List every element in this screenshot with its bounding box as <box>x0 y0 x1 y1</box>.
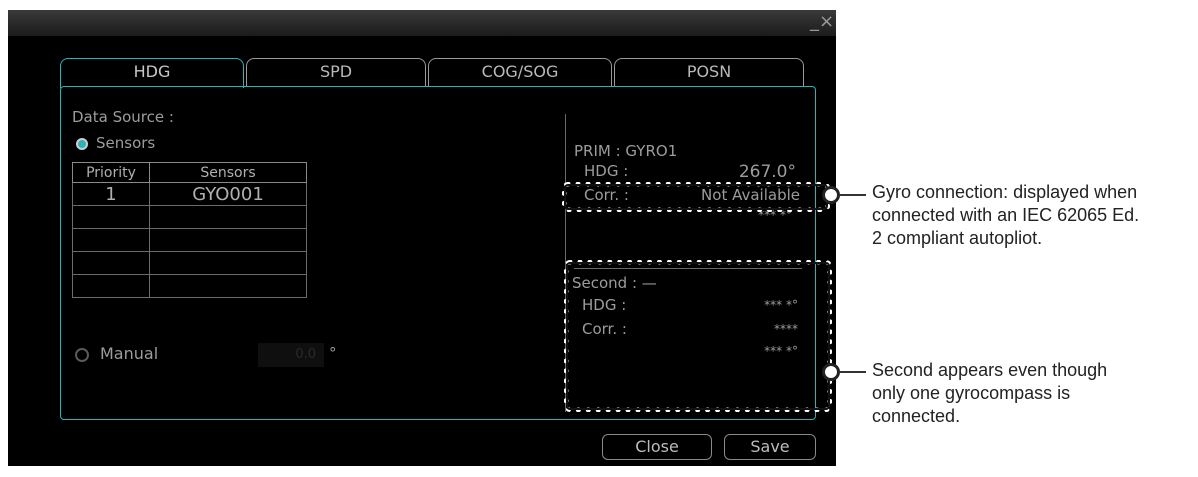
manual-heading-input[interactable]: 0.0 <box>258 343 324 367</box>
tab-cog-sog[interactable]: COG/SOG <box>428 58 612 86</box>
sensor-cell <box>149 228 307 252</box>
table-row[interactable] <box>72 205 307 229</box>
primary-hdg-value: 267.0° <box>738 162 796 182</box>
priority-cell <box>72 228 150 252</box>
callout-leader-line <box>840 194 866 196</box>
note-line: Second appears even though <box>872 360 1108 380</box>
gyro-connection-highlight <box>562 182 830 212</box>
table-row[interactable] <box>72 274 307 298</box>
sensors-column-header: Sensors <box>149 162 307 183</box>
sensor-cell <box>149 274 307 298</box>
tab-hdg[interactable]: HDG <box>60 58 244 88</box>
note-line: connected. <box>872 406 961 426</box>
tab-posn[interactable]: POSN <box>614 58 804 86</box>
callout-marker <box>822 186 840 204</box>
sensor-priority-table: Priority Sensors 1 GYO001 <box>72 162 307 298</box>
priority-cell <box>72 251 150 275</box>
tab-spd[interactable]: SPD <box>246 58 426 86</box>
table-row[interactable] <box>72 251 307 275</box>
minimize-icon[interactable]: _ <box>810 11 819 33</box>
second-sensor-note: Second appears even though only one gyro… <box>872 359 1107 428</box>
second-hdg-value: *** *° <box>764 298 798 312</box>
close-button[interactable]: Close <box>602 434 712 460</box>
hdg-settings-dialog: _ × HDG SPD COG/SOG POSN Data Source : S… <box>8 10 836 466</box>
callout-leader-line <box>840 371 866 373</box>
data-source-label: Data Source : <box>72 108 174 126</box>
note-line: 2 compliant autopliot. <box>872 228 1043 248</box>
table-row[interactable]: 1 GYO001 <box>72 182 307 206</box>
primary-sensor-title: PRIM : GYRO1 <box>574 142 678 160</box>
primary-hdg-label: HDG : <box>584 162 629 180</box>
priority-column-header: Priority <box>72 162 150 183</box>
sensors-radio[interactable] <box>76 138 88 150</box>
sensor-cell: GYO001 <box>149 182 307 206</box>
note-line: only one gyrocompass is <box>872 383 1071 403</box>
note-line: connected with an IEC 62065 Ed. <box>872 205 1140 225</box>
manual-radio[interactable] <box>75 348 89 362</box>
gyro-connection-note: Gyro connection: displayed when connecte… <box>872 181 1139 250</box>
priority-cell: 1 <box>72 182 150 206</box>
note-line: Gyro connection: displayed when <box>872 182 1138 202</box>
priority-cell <box>72 274 150 298</box>
callout-marker <box>822 363 840 381</box>
second-sensor-title: Second : — <box>572 274 657 292</box>
priority-cell <box>72 205 150 229</box>
close-icon[interactable]: × <box>819 11 834 33</box>
sensors-option-label: Sensors <box>96 134 156 152</box>
manual-option-label: Manual <box>100 344 159 363</box>
second-corr-label: Corr. : <box>582 320 627 338</box>
table-row[interactable] <box>72 228 307 252</box>
title-bar: _ × <box>8 10 836 36</box>
second-hdg-label: HDG : <box>582 296 627 314</box>
manual-unit-label: ° <box>329 344 337 362</box>
sensor-cell <box>149 205 307 229</box>
sensor-cell <box>149 251 307 275</box>
second-extra-value: *** *° <box>764 344 798 358</box>
second-corr-value: **** <box>774 322 798 336</box>
save-button[interactable]: Save <box>724 434 816 460</box>
